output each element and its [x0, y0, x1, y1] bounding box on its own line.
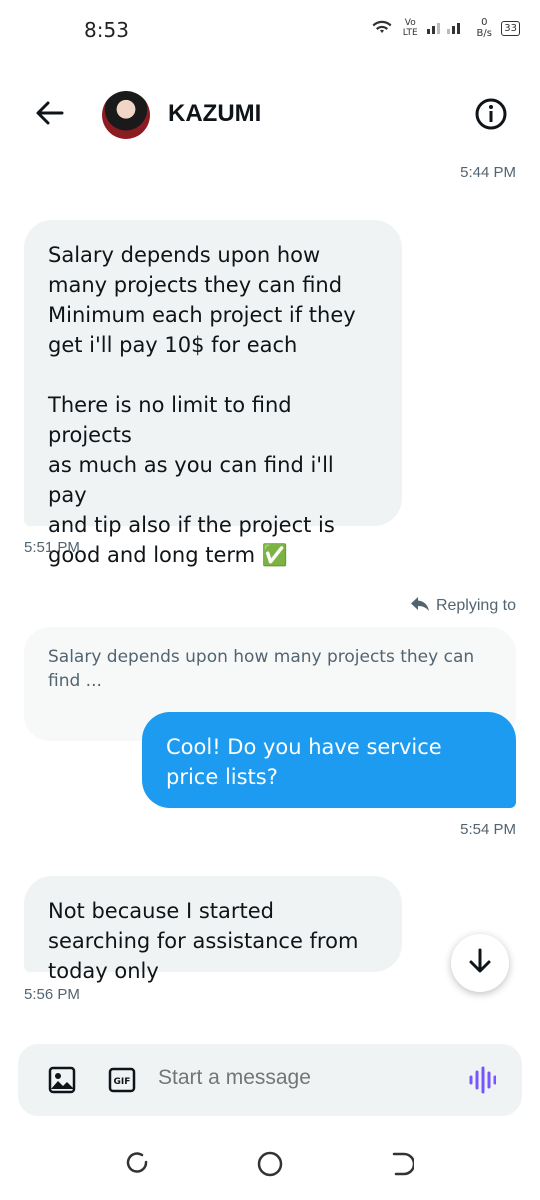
replying-to-indicator: Replying to: [410, 596, 516, 616]
message-input[interactable]: [158, 1066, 438, 1090]
home-icon[interactable]: [256, 1150, 284, 1178]
network-label: Vo LTE: [402, 18, 418, 38]
reply-arrow-icon: [410, 596, 430, 616]
message-line: get i'll pay 10$ for each: [48, 333, 298, 357]
message-timestamp: 5:56 PM: [24, 986, 80, 1003]
signal-icon: [427, 20, 467, 37]
outgoing-message-bubble[interactable]: Cool! Do you have service price lists?: [142, 712, 516, 808]
svg-text:GIF: GIF: [114, 1077, 131, 1087]
status-icons: Vo LTE 0 B/s 33: [371, 17, 520, 39]
message-line: many projects they can find: [48, 273, 343, 297]
quoted-text: Salary depends upon how many projects th…: [48, 647, 475, 691]
message-composer: GIF: [18, 1044, 522, 1116]
message-text: Not because I started searching for assi…: [48, 899, 359, 983]
incoming-message-bubble[interactable]: Not because I started searching for assi…: [24, 876, 402, 983]
recent-apps-icon[interactable]: [124, 1150, 152, 1178]
message-line: There is no limit to find projects: [48, 393, 292, 447]
wifi-icon: [371, 19, 393, 38]
speed-label: 0 B/s: [476, 17, 492, 39]
message-timestamp: 5:51 PM: [24, 539, 80, 556]
voice-message-icon[interactable]: [468, 1066, 497, 1098]
back-icon[interactable]: [386, 1150, 416, 1178]
message-timestamp: 5:54 PM: [460, 821, 516, 838]
back-arrow-icon[interactable]: [32, 96, 66, 130]
battery-icon: 33: [501, 20, 520, 36]
incoming-message-bubble[interactable]: Salary depends upon how many projects th…: [24, 220, 402, 567]
message-text: Cool! Do you have service price lists?: [166, 735, 442, 789]
image-icon[interactable]: [48, 1066, 76, 1098]
message-line: Minimum each project if they: [48, 303, 356, 327]
message-line: and tip also if the project is: [48, 513, 335, 537]
info-icon[interactable]: [474, 97, 508, 131]
scroll-to-bottom-button[interactable]: [451, 934, 509, 992]
message-line: Salary depends upon how: [48, 243, 321, 267]
status-time: 8:53: [84, 18, 129, 42]
message-line: [48, 360, 378, 390]
avatar[interactable]: [102, 91, 150, 139]
conversation-title[interactable]: KAZUMI: [168, 100, 261, 128]
message-timestamp: 5:44 PM: [460, 164, 516, 181]
message-line: good and long term ✅: [48, 543, 288, 567]
arrow-down-icon: [466, 947, 494, 979]
replying-to-label: Replying to: [435, 597, 516, 614]
gif-icon[interactable]: GIF: [108, 1066, 136, 1098]
message-line: as much as you can find i'll pay: [48, 453, 334, 507]
